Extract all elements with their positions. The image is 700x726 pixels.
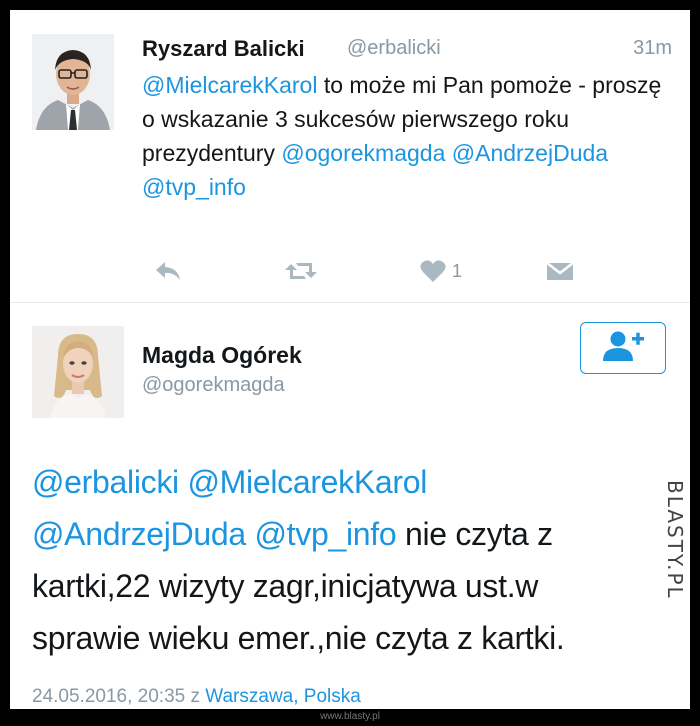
mention-link[interactable]: @AndrzejDuda [32,516,246,552]
direct-message-button[interactable] [546,256,574,286]
mention-link[interactable]: @erbalicki [32,464,179,500]
mention-link[interactable]: @MielcarekKarol [142,72,317,98]
follow-button[interactable] [580,322,666,374]
direct-message-icon [546,260,574,282]
retweet-button[interactable] [284,256,318,286]
mention-link[interactable]: @AndrzejDuda [452,140,608,166]
tweet-actions: 1 [142,256,574,286]
mention-link[interactable]: @tvp_info [254,516,396,552]
reply-icon [154,260,182,282]
watermark-side-text: BLASTY.PL [663,480,687,600]
reply-button[interactable] [154,256,182,286]
watermark-bottom: www.blasty.pl [320,711,380,722]
tweet-location[interactable]: Warszawa, Polska [205,686,361,707]
tweet-date[interactable]: 24.05.2016, 20:35 [32,686,185,707]
author-name[interactable]: Ryszard Balicki [142,36,305,62]
like-count: 1 [452,260,463,281]
author-name[interactable]: Magda Ogórek [142,342,302,369]
avatar-balicki[interactable] [32,34,114,130]
tweet-balicki[interactable]: Ryszard Balicki @erbalicki 31m @Mielcare… [10,10,690,303]
heart-icon [420,259,446,283]
tweet-ogorek[interactable]: Magda Ogórek @ogorekmagda @erbalicki @Mi… [10,304,690,709]
follow-user-icon [600,330,646,367]
tweet-text: @erbalicki @MielcarekKarol @AndrzejDuda … [32,456,647,664]
mention-link[interactable]: @tvp_info [142,174,246,200]
location-separator: z [185,686,206,707]
watermark-side: BLASTY.PL [663,480,689,620]
mention-link[interactable]: @MielcarekKarol [187,464,427,500]
tweet-meta: 24.05.2016, 20:35 z Warszawa, Polska [32,686,361,708]
author-handle[interactable]: @erbalicki [347,37,441,60]
tweet-timestamp[interactable]: 31m [633,37,672,60]
tweet-text: @MielcarekKarol to może mi Pan pomoże - … [142,68,677,204]
like-button[interactable]: 1 [420,256,462,286]
mention-link[interactable]: @ogorekmagda [281,140,445,166]
screenshot-frame: Ryszard Balicki @erbalicki 31m @Mielcare… [10,10,690,709]
author-handle[interactable]: @ogorekmagda [142,374,285,397]
tweet-header: Ryszard Balicki @erbalicki 31m [142,36,672,66]
retweet-icon [284,260,318,282]
avatar-ogorek[interactable] [32,326,124,418]
